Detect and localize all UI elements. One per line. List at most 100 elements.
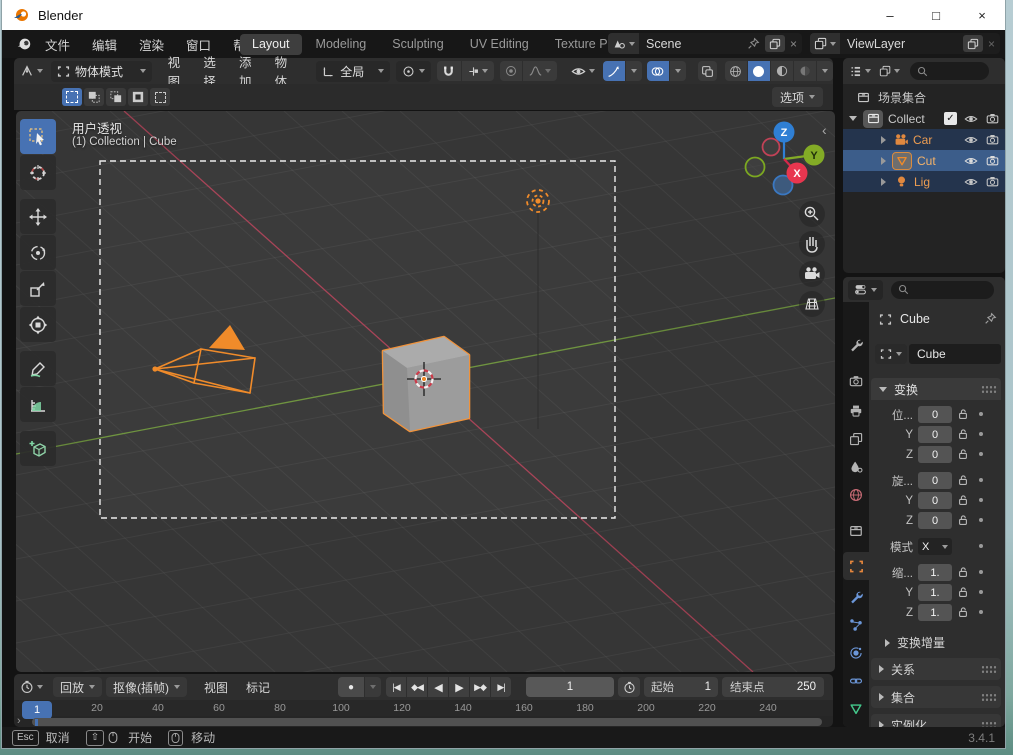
workspace-tab-uv-editing[interactable]: UV Editing [458, 34, 541, 55]
tab-physics[interactable] [843, 640, 869, 666]
animate-dot[interactable] [979, 432, 983, 436]
scene-name[interactable]: Scene [646, 37, 747, 51]
timeline-scrollbar[interactable] [32, 718, 822, 726]
outliner-search-input[interactable] [910, 62, 989, 80]
timeline-marker-menu[interactable]: 标记 [237, 677, 279, 697]
select-mode-subtract-button[interactable] [106, 88, 126, 106]
animate-dot[interactable] [979, 478, 983, 482]
xray-toggle[interactable] [697, 61, 717, 81]
outliner-display-mode-button[interactable] [879, 65, 900, 77]
animate-dot[interactable] [979, 518, 983, 522]
options-dropdown[interactable]: 选项 [771, 87, 823, 107]
proportional-falloff-dropdown[interactable] [522, 61, 557, 81]
drag-handle[interactable] [981, 664, 997, 674]
scale-y-field[interactable]: 1. [918, 584, 952, 601]
tab-scene[interactable] [843, 454, 869, 480]
viewlayer-name[interactable]: ViewLayer [847, 37, 963, 51]
frame-end-field[interactable]: 结束点 250 [722, 677, 824, 697]
camera-expand-arrow[interactable] [881, 135, 886, 144]
keying-menu[interactable]: 抠像(插帧) [106, 677, 188, 697]
menu-view[interactable]: 视图 [158, 56, 194, 89]
tool-rotate[interactable] [20, 235, 56, 270]
menu-object[interactable]: 物体 [265, 56, 301, 89]
tab-object[interactable] [843, 552, 869, 580]
lock-icon[interactable] [957, 408, 969, 420]
drag-handle[interactable] [981, 692, 997, 702]
tab-modifiers[interactable] [843, 584, 869, 610]
tab-object-data[interactable] [843, 696, 869, 722]
lock-icon[interactable] [957, 494, 969, 506]
collection-hide-eye-icon[interactable] [964, 112, 978, 126]
location-x-field[interactable]: 0 [918, 406, 952, 423]
lock-icon[interactable] [957, 474, 969, 486]
timeline-view-menu[interactable]: 视图 [195, 677, 237, 697]
animate-dot[interactable] [979, 412, 983, 416]
tab-constraints[interactable] [843, 668, 869, 694]
timeline-editor-type-button[interactable] [20, 680, 43, 694]
lock-icon[interactable] [957, 428, 969, 440]
current-frame-field[interactable]: 1 [526, 677, 614, 697]
show-overlays-toggle[interactable] [646, 61, 669, 81]
cube-object[interactable] [381, 335, 471, 433]
shading-solid-button[interactable] [747, 61, 770, 81]
viewlayer-browse-button[interactable] [810, 33, 840, 54]
outliner-row-collection[interactable]: Collect ✓ [843, 108, 1005, 129]
select-mode-extend-button[interactable] [84, 88, 104, 106]
light-expand-arrow[interactable] [881, 177, 886, 186]
cube-hide-eye-icon[interactable] [964, 154, 978, 168]
tab-collection[interactable] [843, 518, 869, 544]
camera-hide-eye-icon[interactable] [964, 133, 978, 147]
select-mode-intersect-button[interactable] [150, 88, 170, 106]
tab-render[interactable] [843, 368, 869, 394]
blender-menu-icon[interactable] [16, 36, 32, 52]
snap-target-dropdown[interactable] [461, 61, 494, 81]
animate-dot[interactable] [979, 570, 983, 574]
tool-transform[interactable] [20, 307, 56, 342]
instancing-panel-header[interactable]: 实例化 [871, 714, 1001, 727]
tab-output[interactable] [843, 398, 869, 424]
workspace-tab-sculpting[interactable]: Sculpting [380, 34, 455, 55]
visibility-dropdown[interactable] [571, 64, 595, 79]
animate-dot[interactable] [979, 590, 983, 594]
select-mode-invert-button[interactable] [128, 88, 148, 106]
location-y-field[interactable]: 0 [918, 426, 952, 443]
animate-dot[interactable] [979, 544, 983, 548]
mode-dropdown[interactable]: 物体模式 [51, 60, 152, 82]
close-button[interactable]: × [959, 0, 1005, 30]
jump-to-end-button[interactable]: ▶| [491, 677, 511, 697]
collection-expand-arrow[interactable] [849, 116, 857, 121]
light-hide-eye-icon[interactable] [964, 175, 978, 189]
pan-hand-button[interactable] [799, 231, 825, 257]
editor-type-button[interactable] [20, 64, 43, 78]
tool-measure[interactable] [20, 387, 56, 422]
lock-icon[interactable] [957, 586, 969, 598]
outliner-row-cube[interactable]: Cut [843, 150, 1005, 171]
lock-icon[interactable] [957, 606, 969, 618]
tab-view-layer[interactable] [843, 426, 869, 452]
transform-orientation-dropdown[interactable]: 全局 [316, 60, 390, 82]
light-object[interactable] [526, 189, 550, 429]
perspective-toggle-button[interactable] [799, 291, 825, 317]
playback-menu[interactable]: 回放 [53, 677, 103, 697]
keying-set-dropdown[interactable] [365, 677, 381, 697]
gizmo-x-ball[interactable]: X [786, 162, 808, 184]
tab-tool[interactable] [843, 332, 869, 358]
scale-z-field[interactable]: 1. [918, 604, 952, 621]
shading-dropdown[interactable] [816, 61, 833, 81]
gizmo-neg-x-ball[interactable] [761, 137, 781, 157]
prev-keyframe-button[interactable]: ◆◀ [407, 677, 427, 697]
timeline-ruler[interactable]: 20 40 60 80 100 120 140 160 180 200 220 240 [14, 700, 833, 716]
timeline-expand-arrow[interactable]: › [17, 715, 21, 727]
lock-icon[interactable] [957, 448, 969, 460]
tab-world[interactable] [843, 482, 869, 508]
viewlayer-new-button[interactable] [962, 35, 983, 52]
workspace-tab-modeling[interactable]: Modeling [304, 34, 379, 55]
viewport-3d[interactable]: Z Y X ‹ 用户透视 (1) Collection | Cube [16, 111, 835, 672]
jump-to-start-button[interactable]: |◀ [386, 677, 406, 697]
play-button[interactable]: ▶ [449, 677, 469, 697]
rotation-z-field[interactable]: 0 [918, 512, 952, 529]
viewlayer-remove-button[interactable]: × [983, 37, 1000, 51]
collection-checkbox[interactable]: ✓ [944, 112, 957, 125]
gizmo-y-ball[interactable]: Y [803, 144, 825, 166]
properties-search-input[interactable] [891, 280, 994, 299]
